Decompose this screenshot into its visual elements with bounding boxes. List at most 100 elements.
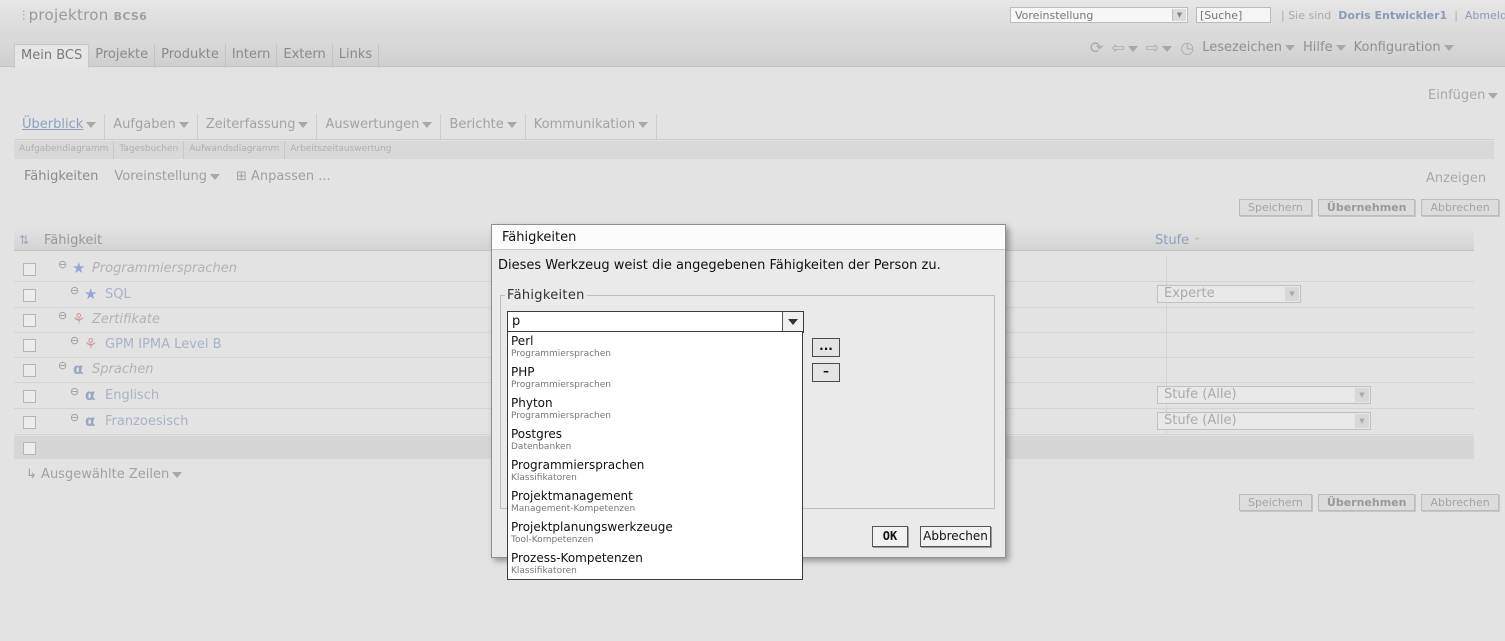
apply-button[interactable]: Übernehmen bbox=[1317, 494, 1416, 511]
skill-combobox[interactable]: p bbox=[507, 311, 804, 333]
cancel-button[interactable]: Abbrechen bbox=[1421, 494, 1499, 511]
dialog-title-bar[interactable]: Fähigkeiten bbox=[492, 225, 1005, 250]
save-button[interactable]: Speichern bbox=[1239, 199, 1312, 216]
collapse-icon[interactable]: ⊖ bbox=[70, 284, 79, 297]
row-checkbox[interactable] bbox=[23, 339, 36, 352]
row-checkbox[interactable] bbox=[23, 289, 36, 302]
star-icon: ★ bbox=[72, 259, 86, 277]
tab-mein-bcs[interactable]: Mein BCS bbox=[14, 44, 90, 68]
show-link[interactable]: Anzeigen bbox=[1426, 171, 1486, 186]
breadcrumb-item[interactable]: Tagesbuchen bbox=[114, 141, 185, 159]
subtab-zeiterfassung[interactable]: Zeiterfassung bbox=[198, 114, 318, 139]
row-checkbox[interactable] bbox=[23, 416, 36, 429]
skill-input[interactable]: p bbox=[512, 314, 520, 329]
suggestion-item[interactable]: Projektplanungswerkzeuge Tool-Kompetenzen bbox=[511, 520, 673, 546]
main-nav-tabs: Mein BCS Projekte Produkte Intern Extern… bbox=[14, 44, 380, 68]
level-select[interactable]: Experte ▼ bbox=[1157, 285, 1301, 303]
collapse-icon[interactable]: ⊖ bbox=[58, 309, 67, 322]
browse-button[interactable]: ... bbox=[812, 338, 840, 357]
refresh-icon[interactable]: ⟳ bbox=[1090, 38, 1103, 57]
ribbon-icon: ⚘ bbox=[72, 310, 86, 328]
bookmarks-menu[interactable]: Lesezeichen bbox=[1202, 40, 1296, 55]
collapse-icon[interactable]: ⊖ bbox=[70, 411, 79, 424]
tab-produkte[interactable]: Produkte bbox=[155, 44, 226, 68]
subtab-aufgaben[interactable]: Aufgaben bbox=[105, 114, 198, 139]
subtab-ueberblick[interactable]: Überblick bbox=[14, 114, 106, 139]
dialog-description: Dieses Werkzeug weist die angegebenen Fä… bbox=[498, 258, 941, 273]
user-name[interactable]: Doris Entwickler1 bbox=[1338, 9, 1447, 22]
suggestion-item[interactable]: Projektmanagement Management-Kompetenzen bbox=[511, 489, 635, 515]
dialog-title: Fähigkeiten bbox=[502, 230, 577, 245]
collapse-icon[interactable]: ⊖ bbox=[70, 334, 79, 347]
subtab-kommunikation[interactable]: Kommunikation bbox=[526, 114, 658, 139]
sort-toggle-icon[interactable]: ⇅ bbox=[19, 233, 29, 247]
chevron-down-icon: ▼ bbox=[1172, 9, 1186, 21]
top-header bbox=[0, 0, 1505, 34]
action-buttons-bottom: Speichern Übernehmen Abbrechen bbox=[1239, 494, 1499, 511]
sub-nav: Überblick Aufgaben Zeiterfassung Auswert… bbox=[14, 114, 1494, 140]
ok-button[interactable]: OK bbox=[872, 526, 908, 547]
suggestion-item[interactable]: Programmiersprachen Klassifikatoren bbox=[511, 458, 644, 484]
user-area: | Sie sind Doris Entwickler1 | Abmelden bbox=[1281, 9, 1505, 22]
corner-arrow-icon: ↳ bbox=[26, 467, 37, 482]
logo-mark-icon: ⫶ bbox=[22, 9, 26, 24]
logout-link[interactable]: Abmelden bbox=[1465, 9, 1505, 22]
back-icon[interactable]: ⇦ bbox=[1111, 38, 1138, 57]
chevron-down-icon: ▼ bbox=[1285, 287, 1299, 301]
breadcrumb-item[interactable]: Aufwandsdiagramm bbox=[184, 141, 286, 159]
suggestion-item[interactable]: Phyton Programmiersprachen bbox=[511, 396, 611, 422]
suggestion-item[interactable]: PHP Programmiersprachen bbox=[511, 365, 611, 391]
app-logo[interactable]: ⫶ projektron BCS6 bbox=[22, 6, 147, 24]
dialog-cancel-button[interactable]: Abbrechen bbox=[920, 526, 991, 547]
save-button[interactable]: Speichern bbox=[1239, 494, 1312, 511]
insert-menu[interactable]: Einfügen bbox=[1428, 88, 1499, 103]
collapse-icon[interactable]: ⊖ bbox=[70, 385, 79, 398]
row-checkbox[interactable] bbox=[23, 314, 36, 327]
adjust-view-link[interactable]: ⊞ Anpassen ... bbox=[236, 169, 331, 184]
row-checkbox[interactable] bbox=[23, 364, 36, 377]
history-icon[interactable]: ◷ bbox=[1180, 38, 1194, 57]
collapse-icon[interactable]: ⊖ bbox=[58, 359, 67, 372]
level-select[interactable]: Stufe (Alle) ▼ bbox=[1157, 386, 1371, 404]
column-header-skill[interactable]: Fähigkeit bbox=[44, 233, 102, 248]
apply-button[interactable]: Übernehmen bbox=[1317, 199, 1416, 216]
tab-intern[interactable]: Intern bbox=[226, 44, 278, 68]
row-checkbox[interactable] bbox=[23, 263, 36, 276]
help-menu[interactable]: Hilfe bbox=[1303, 40, 1346, 55]
suggestion-item[interactable]: Perl Programmiersprachen bbox=[511, 334, 611, 360]
chevron-down-icon: ▼ bbox=[1355, 388, 1369, 402]
chevron-down-icon bbox=[788, 319, 798, 325]
tab-links[interactable]: Links bbox=[333, 44, 380, 68]
nav-tools: ⟳ ⇦ ⇨ ◷ Lesezeichen Hilfe Konfiguration bbox=[1090, 38, 1454, 57]
column-header-level[interactable]: Stufe ⌃ bbox=[1155, 233, 1201, 248]
page-title: Fähigkeiten bbox=[24, 169, 99, 184]
cancel-button[interactable]: Abbrechen bbox=[1421, 199, 1499, 216]
forward-icon[interactable]: ⇨ bbox=[1146, 38, 1173, 57]
subtab-auswertungen[interactable]: Auswertungen bbox=[317, 114, 442, 139]
plus-box-icon: ⊞ bbox=[235, 169, 247, 184]
alpha-icon: α bbox=[85, 412, 96, 430]
ribbon-icon: ⚘ bbox=[84, 335, 98, 353]
alpha-icon: α bbox=[85, 386, 96, 404]
combobox-toggle[interactable] bbox=[782, 312, 803, 332]
chevron-down-icon: ▼ bbox=[1355, 414, 1369, 428]
tab-projekte[interactable]: Projekte bbox=[89, 44, 156, 68]
collapse-icon[interactable]: ⊖ bbox=[58, 258, 67, 271]
row-checkbox[interactable] bbox=[23, 442, 36, 455]
fieldset-legend: Fähigkeiten bbox=[505, 288, 587, 303]
level-select[interactable]: Stufe (Alle) ▼ bbox=[1157, 412, 1371, 430]
selected-rows-menu[interactable]: ↳ Ausgewählte Zeilen bbox=[26, 467, 183, 482]
tab-extern[interactable]: Extern bbox=[277, 44, 333, 68]
preset-select[interactable]: Voreinstellung ▼ bbox=[1010, 7, 1188, 23]
suggestion-item[interactable]: Prozess-Kompetenzen Klassifikatoren bbox=[511, 551, 643, 577]
suggestion-item[interactable]: Postgres Datenbanken bbox=[511, 427, 571, 453]
view-preset-menu[interactable]: Voreinstellung bbox=[114, 169, 220, 184]
search-input[interactable] bbox=[1196, 7, 1271, 23]
remove-button[interactable]: – bbox=[812, 363, 840, 382]
row-checkbox[interactable] bbox=[23, 390, 36, 403]
breadcrumb-item[interactable]: Aufgabendiagramm bbox=[14, 141, 115, 159]
breadcrumb-item[interactable]: Arbeitszeitauswertung bbox=[285, 141, 396, 159]
action-buttons-top: Speichern Übernehmen Abbrechen bbox=[1239, 199, 1499, 216]
config-menu[interactable]: Konfiguration bbox=[1354, 40, 1454, 55]
subtab-berichte[interactable]: Berichte bbox=[441, 114, 526, 139]
